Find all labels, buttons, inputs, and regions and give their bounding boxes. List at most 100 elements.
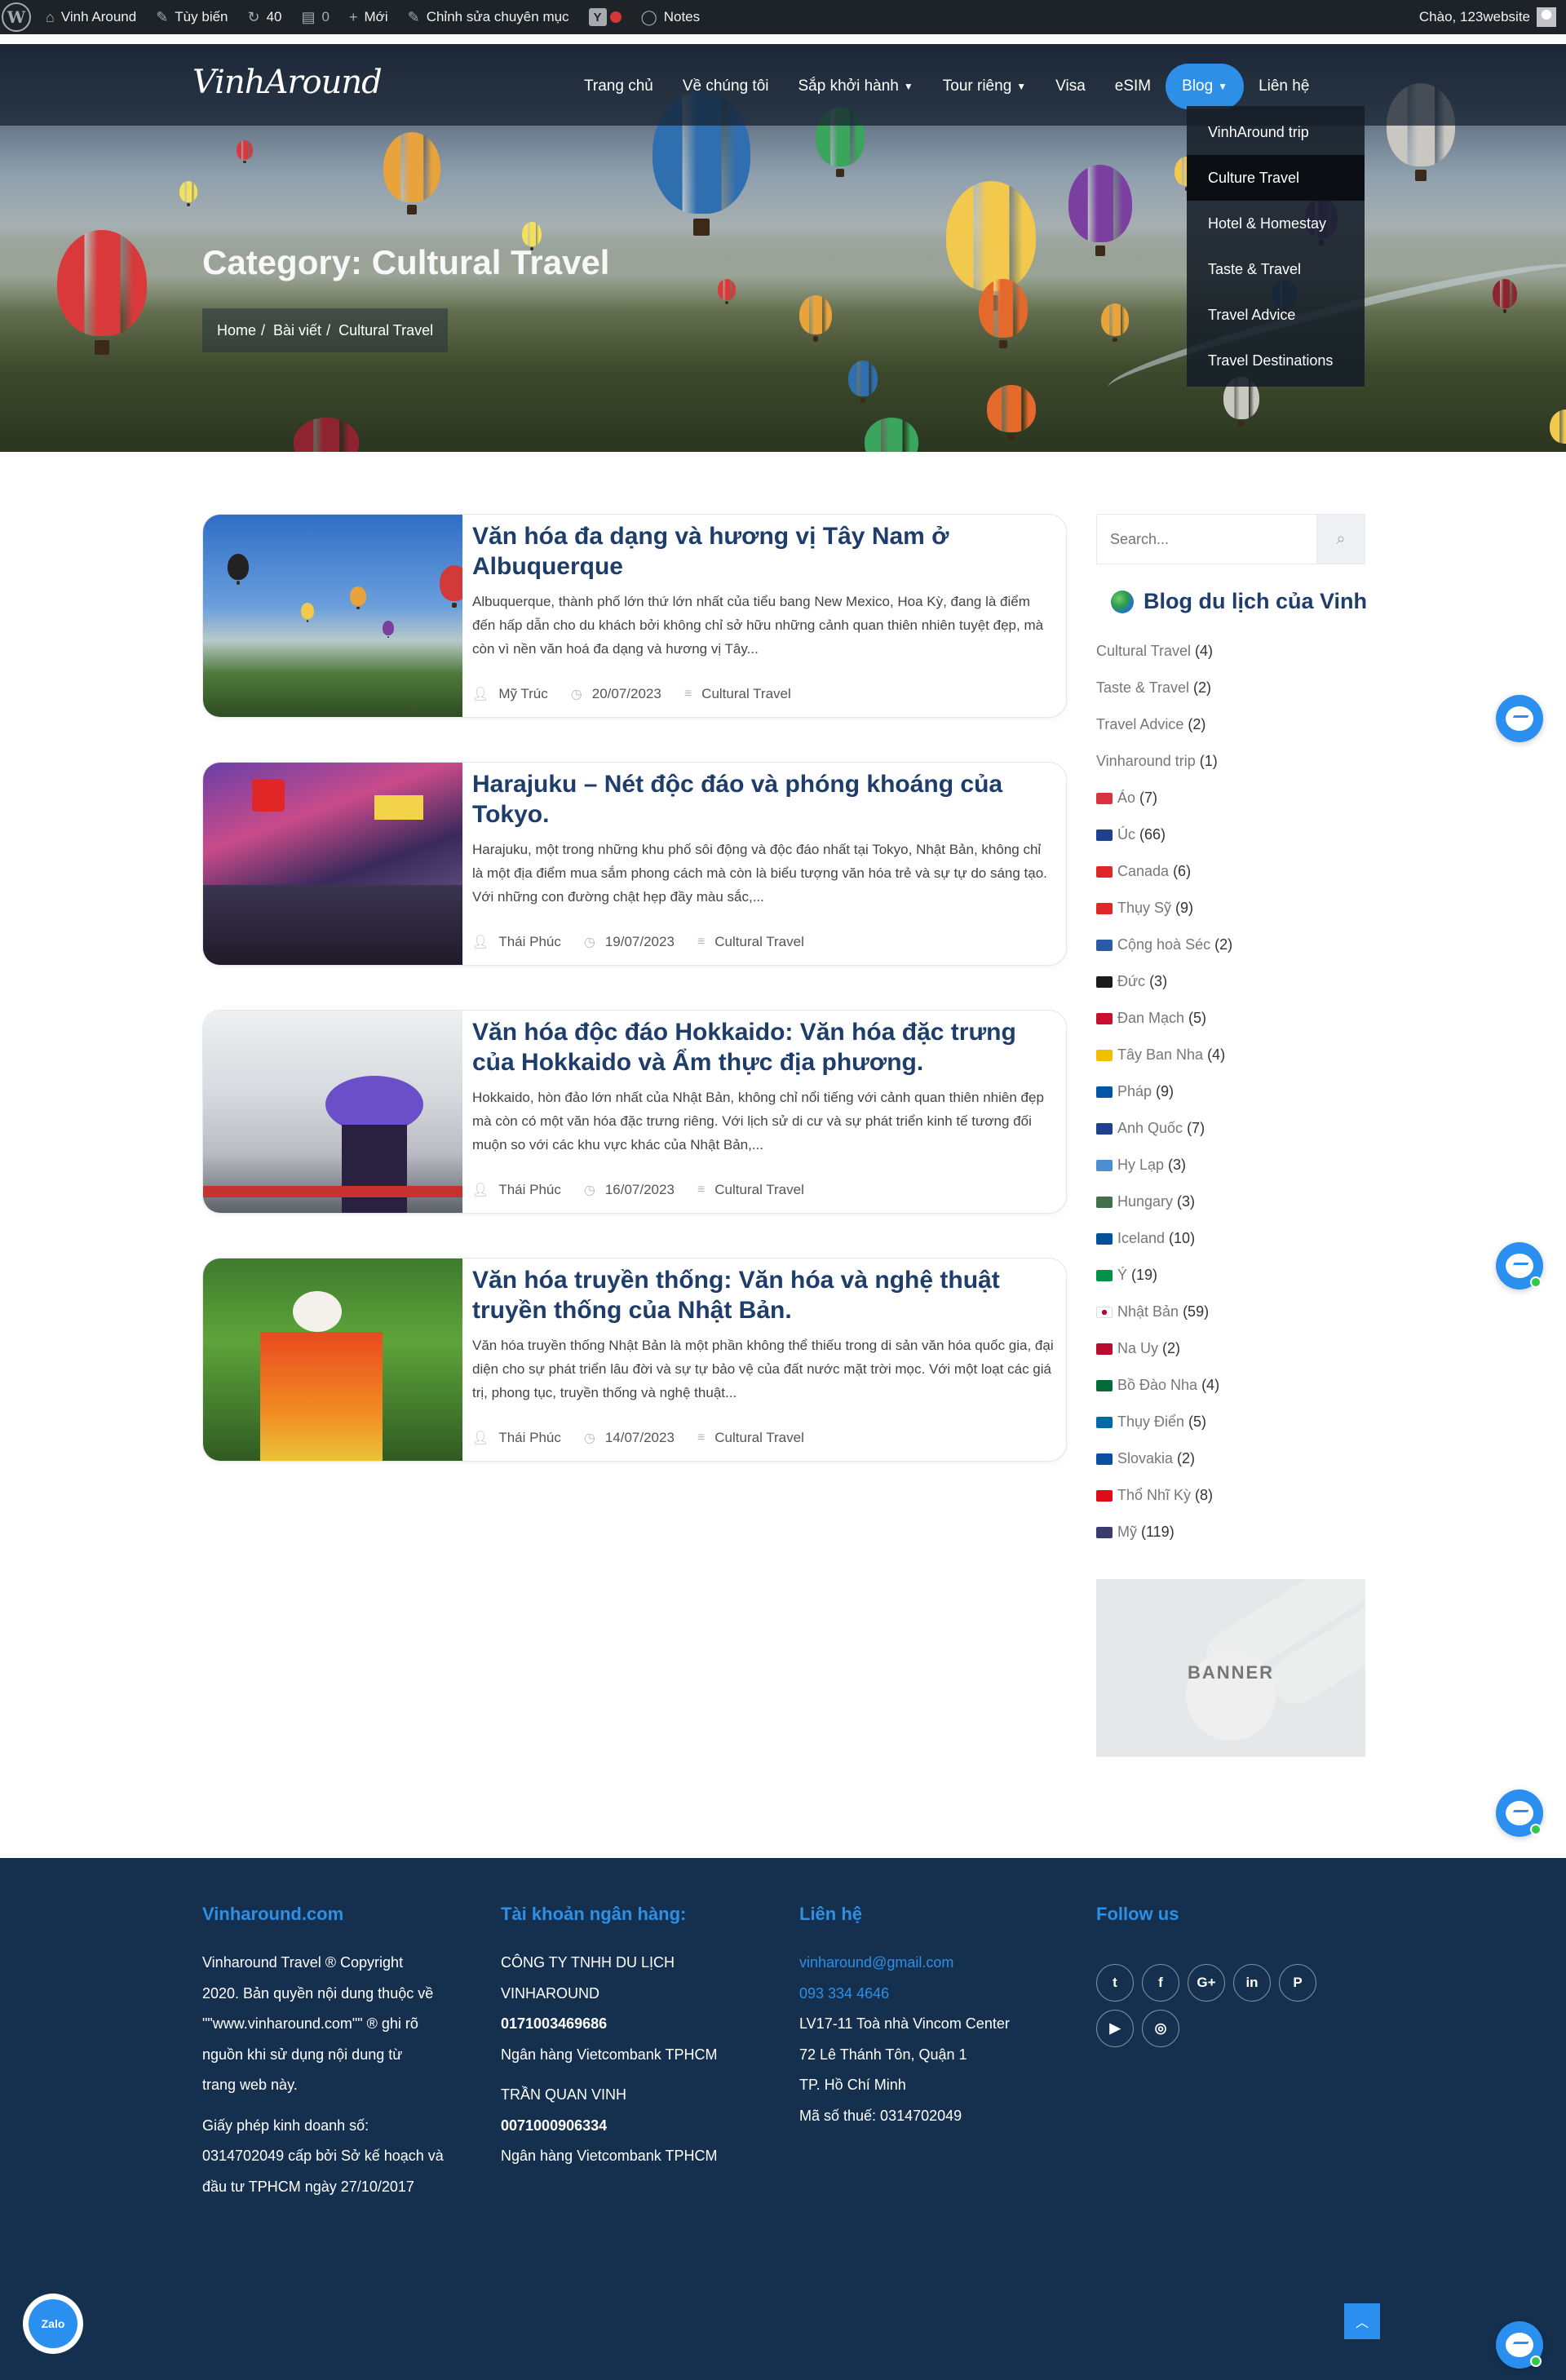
sidebar-category-item[interactable]: Cultural Travel (4): [1096, 633, 1365, 670]
admin-site-name[interactable]: ⌂ Vinh Around: [36, 0, 146, 34]
category-count: (2): [1177, 1450, 1196, 1466]
dropdown-item-taste-travel[interactable]: Taste & Travel: [1187, 246, 1365, 292]
admin-account[interactable]: Chào, 123website: [1419, 7, 1566, 27]
sidebar-category-item[interactable]: Anh Quốc (7): [1096, 1110, 1365, 1147]
sidebar-category-item[interactable]: Na Uy (2): [1096, 1330, 1365, 1367]
dropdown-item-travel-advice[interactable]: Travel Advice: [1187, 292, 1365, 338]
admin-updates[interactable]: ↻ 40: [238, 0, 292, 34]
sidebar-category-item[interactable]: Nhật Bản (59): [1096, 1294, 1365, 1330]
linkedin-icon[interactable]: in: [1233, 1964, 1271, 2002]
admin-yoast[interactable]: Y: [579, 0, 631, 34]
sidebar-category-item[interactable]: Thụy Điển (5): [1096, 1404, 1365, 1440]
post-thumbnail[interactable]: [203, 515, 462, 717]
sidebar-category-item[interactable]: Taste & Travel (2): [1096, 670, 1365, 706]
sidebar-category-item[interactable]: Tây Ban Nha (4): [1096, 1037, 1365, 1073]
youtube-icon[interactable]: ▶: [1096, 2010, 1134, 2047]
menu-item-blog[interactable]: Blog ▼: [1166, 64, 1245, 109]
face-shape: [293, 1291, 342, 1332]
admin-notes[interactable]: ◯ Notes: [631, 0, 710, 34]
sidebar-category-item[interactable]: Hy Lạp (3): [1096, 1147, 1365, 1183]
brush-icon: ✎: [156, 8, 169, 25]
post-category[interactable]: ≡ Cultural Travel: [684, 686, 791, 702]
messenger-button[interactable]: [1496, 1242, 1543, 1290]
zalo-chat-button[interactable]: Zalo: [23, 2294, 83, 2354]
dropdown-item-vinharound-trip[interactable]: VinhAround trip: [1187, 109, 1365, 155]
post-date: ◷ 14/07/2023: [583, 1430, 675, 1445]
dropdown-item-hotel-homestay[interactable]: Hotel & Homestay: [1187, 201, 1365, 246]
menu-item-esim[interactable]: eSIM: [1100, 64, 1166, 109]
post-title[interactable]: Văn hóa đa dạng và hương vị Tây Nam ở Al…: [472, 521, 1055, 582]
facebook-icon[interactable]: f: [1142, 1964, 1179, 2002]
post-thumbnail[interactable]: [203, 1259, 462, 1461]
sidebar-category-item[interactable]: Mỹ (119): [1096, 1514, 1365, 1551]
phone-link[interactable]: 093 334 4646: [799, 1979, 1068, 2010]
sidebar-category-item[interactable]: Hungary (3): [1096, 1183, 1365, 1220]
admin-new[interactable]: + Mới: [339, 0, 398, 34]
instagram-icon[interactable]: ◎: [1142, 2010, 1179, 2047]
post-category[interactable]: ≡ Cultural Travel: [697, 1182, 804, 1198]
breadcrumb-posts[interactable]: Bài viết: [273, 322, 321, 339]
balloon-shape: [383, 621, 394, 639]
post-author[interactable]: 👤︎ Mỹ Trúc: [472, 686, 548, 702]
sidebar-category-item[interactable]: Thụy Sỹ (9): [1096, 890, 1365, 927]
menu-item-private-tour[interactable]: Tour riêng ▼: [928, 64, 1041, 109]
twitter-icon[interactable]: t: [1096, 1964, 1134, 2002]
search-input[interactable]: [1096, 514, 1316, 564]
sidebar-category-item[interactable]: Bồ Đào Nha (4): [1096, 1367, 1365, 1404]
email-link[interactable]: vinharound@gmail.com: [799, 1948, 1068, 1979]
post-author[interactable]: 👤︎ Thái Phúc: [472, 1182, 561, 1198]
post-category[interactable]: ≡ Cultural Travel: [697, 934, 804, 950]
sidebar-category-item[interactable]: Ý (19): [1096, 1257, 1365, 1294]
post-card[interactable]: Văn hóa độc đáo Hokkaido: Văn hóa đặc tr…: [202, 1010, 1067, 1214]
messenger-button[interactable]: [1496, 2321, 1543, 2369]
post-title[interactable]: Văn hóa độc đáo Hokkaido: Văn hóa đặc tr…: [472, 1017, 1055, 1077]
site-logo[interactable]: VinhAround: [192, 64, 383, 101]
post-card[interactable]: Văn hóa đa dạng và hương vị Tây Nam ở Al…: [202, 514, 1067, 718]
breadcrumb-home[interactable]: Home: [217, 322, 256, 339]
admin-comments[interactable]: ▤ 0: [292, 0, 339, 34]
sidebar-category-item[interactable]: Vinharound trip (1): [1096, 743, 1365, 780]
wordpress-logo-icon[interactable]: W: [2, 2, 31, 32]
dropdown-item-travel-destinations[interactable]: Travel Destinations: [1187, 338, 1365, 383]
post-thumbnail[interactable]: [203, 763, 462, 965]
menu-item-visa[interactable]: Visa: [1041, 64, 1100, 109]
post-author[interactable]: 👤︎ Thái Phúc: [472, 934, 561, 950]
sidebar-category-item[interactable]: Đức (3): [1096, 963, 1365, 1000]
sidebar-category-item[interactable]: Travel Advice (2): [1096, 706, 1365, 743]
menu-item-home[interactable]: Trang chủ: [569, 64, 668, 109]
messenger-icon: [1506, 2333, 1533, 2357]
pinterest-icon[interactable]: P: [1279, 1964, 1316, 2002]
sidebar-category-item[interactable]: Iceland (10): [1096, 1220, 1365, 1257]
balloon-shape: [1493, 279, 1517, 314]
sidebar-banner[interactable]: BANNER: [1096, 1579, 1365, 1757]
search-button[interactable]: ⌕: [1316, 514, 1365, 564]
post-thumbnail[interactable]: [203, 1011, 462, 1213]
google-plus-icon[interactable]: G+: [1188, 1964, 1225, 2002]
category-name: Vinharound trip: [1096, 753, 1196, 769]
sidebar-category-item[interactable]: Slovakia (2): [1096, 1440, 1365, 1477]
sidebar-category-item[interactable]: Đan Mạch (5): [1096, 1000, 1365, 1037]
menu-item-contact[interactable]: Liên hệ: [1244, 64, 1324, 109]
sidebar-category-item[interactable]: Thổ Nhĩ Kỳ (8): [1096, 1477, 1365, 1514]
admin-edit-category[interactable]: ✎ Chỉnh sửa chuyên mục: [398, 0, 579, 34]
menu-item-about[interactable]: Về chúng tôi: [668, 64, 784, 109]
post-card[interactable]: Harajuku – Nét độc đáo và phóng khoáng c…: [202, 762, 1067, 966]
post-card[interactable]: Văn hóa truyền thống: Văn hóa và nghệ th…: [202, 1258, 1067, 1462]
messenger-button[interactable]: [1496, 1789, 1543, 1837]
sidebar-category-item[interactable]: Úc (66): [1096, 816, 1365, 853]
post-title[interactable]: Văn hóa truyền thống: Văn hóa và nghệ th…: [472, 1265, 1055, 1325]
messenger-button[interactable]: [1496, 695, 1543, 742]
post-category[interactable]: ≡ Cultural Travel: [697, 1430, 804, 1446]
post-title[interactable]: Harajuku – Nét độc đáo và phóng khoáng c…: [472, 769, 1055, 829]
menu-item-departures[interactable]: Sắp khởi hành ▼: [783, 64, 927, 109]
sidebar-category-item[interactable]: Canada (6): [1096, 853, 1365, 890]
sidebar-category-item[interactable]: Cộng hoà Séc (2): [1096, 927, 1365, 963]
category-count: (7): [1139, 790, 1158, 806]
back-to-top-button[interactable]: ︿: [1344, 2303, 1380, 2339]
sidebar-category-item[interactable]: Áo (7): [1096, 780, 1365, 816]
category-name: Ý: [1117, 1267, 1128, 1283]
admin-customize[interactable]: ✎ Tùy biến: [146, 0, 237, 34]
dropdown-item-culture-travel[interactable]: Culture Travel: [1187, 155, 1365, 201]
sidebar-category-item[interactable]: Pháp (9): [1096, 1073, 1365, 1110]
post-author[interactable]: 👤︎ Thái Phúc: [472, 1430, 561, 1446]
